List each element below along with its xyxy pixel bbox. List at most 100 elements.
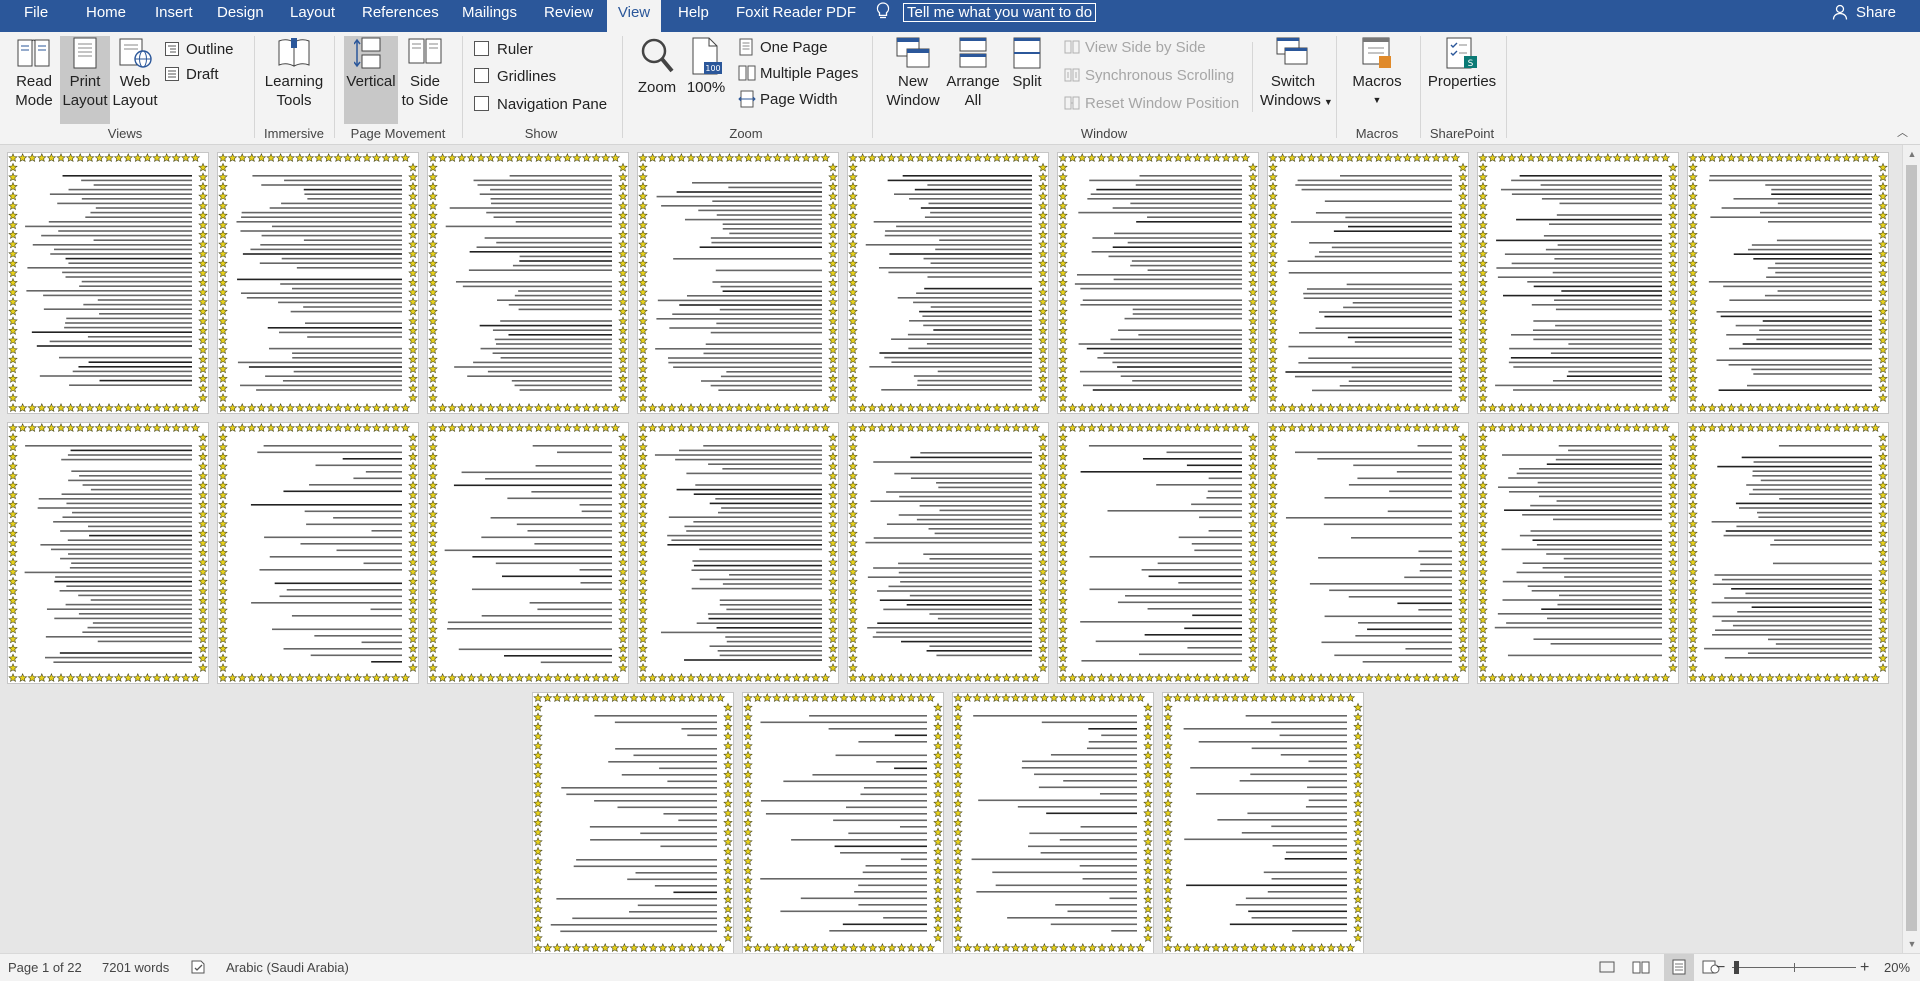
tell-me-search[interactable]: Tell me what you want to do [876,0,1097,32]
tell-me-input[interactable]: Tell me what you want to do [902,3,1097,22]
new-window-label-1: New [897,73,928,90]
document-page[interactable] [1163,693,1363,953]
one-page-label: One Page [760,39,828,56]
tab-help[interactable]: Help [668,0,719,32]
document-page[interactable] [743,693,943,953]
synchronous-scrolling-button[interactable]: Synchronous Scrolling [1064,65,1234,87]
view-side-by-side-button[interactable]: View Side by Side [1064,37,1206,59]
macros-button[interactable]: Macros ▼ [1346,36,1408,126]
zoom-button[interactable]: Zoom [632,36,682,124]
zoom-in-button[interactable]: + [1860,954,1869,981]
ruler-check[interactable] [474,41,489,56]
switch-windows-button[interactable]: Switch Windows ▼ [1260,36,1333,126]
read-mode-button[interactable]: Read Mode [8,36,60,124]
document-page[interactable] [638,423,838,683]
document-page[interactable] [953,693,1153,953]
document-pages-area[interactable] [0,145,1902,953]
zoom-100-button[interactable]: 100 100% [684,36,728,124]
tab-layout[interactable]: Layout [280,0,345,32]
scroll-up-arrow-icon[interactable]: ▲ [1903,145,1920,163]
collapse-ribbon-button[interactable]: ︿ [1897,124,1908,140]
share-button[interactable]: Share [1832,0,1896,32]
document-page[interactable] [8,423,208,683]
chevron-down-icon: ▼ [1372,95,1382,105]
page-width-label: Page Width [760,91,838,108]
document-page[interactable] [218,423,418,683]
read-mode-icon [17,39,50,67]
tab-mailings[interactable]: Mailings [452,0,527,32]
side-to-side-button[interactable]: Side to Side [400,36,450,124]
word-count[interactable]: 7201 words [102,954,169,981]
multiple-pages-button[interactable]: Multiple Pages [738,63,858,85]
navigation-pane-checkbox[interactable]: Navigation Pane [474,94,607,116]
vertical-button[interactable]: Vertical [344,36,398,124]
tab-design[interactable]: Design [207,0,274,32]
learning-tools-button[interactable]: Learning Tools [262,36,326,124]
read-mode-view-button[interactable] [1632,954,1650,981]
split-button[interactable]: Split [1004,36,1050,124]
tab-home[interactable]: Home [76,0,136,32]
document-page[interactable] [533,693,733,953]
document-page[interactable] [1478,153,1678,413]
vertical-scrollbar[interactable]: ▲ ▼ [1902,145,1920,953]
focus-icon[interactable] [1598,954,1616,981]
side-to-side-icon [408,38,442,64]
gridlines-check[interactable] [474,68,489,83]
document-page[interactable] [1478,423,1678,683]
document-page[interactable] [848,153,1048,413]
document-page[interactable] [428,423,628,683]
print-layout-button[interactable]: Print Layout [60,36,110,124]
document-page[interactable] [8,153,208,413]
synchronous-scrolling-label: Synchronous Scrolling [1085,67,1235,84]
language-indicator[interactable]: Arabic (Saudi Arabia) [226,954,349,981]
page-text-block [971,715,1137,932]
scroll-down-arrow-icon[interactable]: ▼ [1903,935,1920,953]
web-layout-button[interactable]: Web Layout [112,36,158,124]
outline-button[interactable]: Outline [164,39,234,61]
draft-button[interactable]: Draft [164,64,219,86]
zoom-percent[interactable]: 20% [1884,954,1910,981]
scrollbar-thumb[interactable] [1906,165,1917,931]
page-star-border [953,693,1153,953]
document-page[interactable] [1688,423,1888,683]
tab-view[interactable]: View [607,0,661,32]
zoom-slider[interactable] [1732,954,1856,981]
document-page[interactable] [848,423,1048,683]
document-page[interactable] [1058,423,1258,683]
page-star-border [1268,423,1468,683]
tab-insert[interactable]: Insert [145,0,203,32]
web-layout-view-button[interactable] [1682,954,1720,981]
document-page[interactable] [638,153,838,413]
tab-review[interactable]: Review [534,0,603,32]
document-page[interactable] [1268,423,1468,683]
document-page[interactable] [1268,153,1468,413]
navigation-pane-check[interactable] [474,96,489,111]
one-page-button[interactable]: One Page [738,37,828,59]
properties-button[interactable]: S Properties [1424,36,1500,124]
page-width-icon [738,90,756,108]
tab-file[interactable]: File [14,0,58,32]
reset-window-position-icon [1064,96,1080,110]
arrange-all-button[interactable]: Arrange All [944,36,1002,124]
page-count[interactable]: Page 1 of 22 [8,954,82,981]
gridlines-checkbox[interactable]: Gridlines [474,66,556,88]
status-bar: Page 1 of 22 7201 words Arabic (Saudi Ar… [0,953,1920,981]
arrange-all-label-2: All [964,92,982,109]
ruler-checkbox[interactable]: Ruler [474,39,533,61]
document-page[interactable] [1688,153,1888,413]
reset-window-position-button[interactable]: Reset Window Position [1064,93,1239,115]
page-star-border [1688,153,1888,413]
document-page[interactable] [218,153,418,413]
document-page[interactable] [1058,153,1258,413]
new-window-button[interactable]: New Window [882,36,944,124]
tab-foxit-reader-pdf[interactable]: Foxit Reader PDF [726,0,866,32]
spelling-check-icon[interactable] [190,954,208,981]
person-icon [1832,4,1856,21]
page-width-button[interactable]: Page Width [738,89,838,111]
zoom-out-button[interactable]: − [1716,954,1725,981]
star-border-icon [218,153,418,413]
zoom-slider-thumb[interactable] [1734,961,1739,974]
tab-references[interactable]: References [352,0,449,32]
learning-tools-icon [278,38,310,67]
document-page[interactable] [428,153,628,413]
